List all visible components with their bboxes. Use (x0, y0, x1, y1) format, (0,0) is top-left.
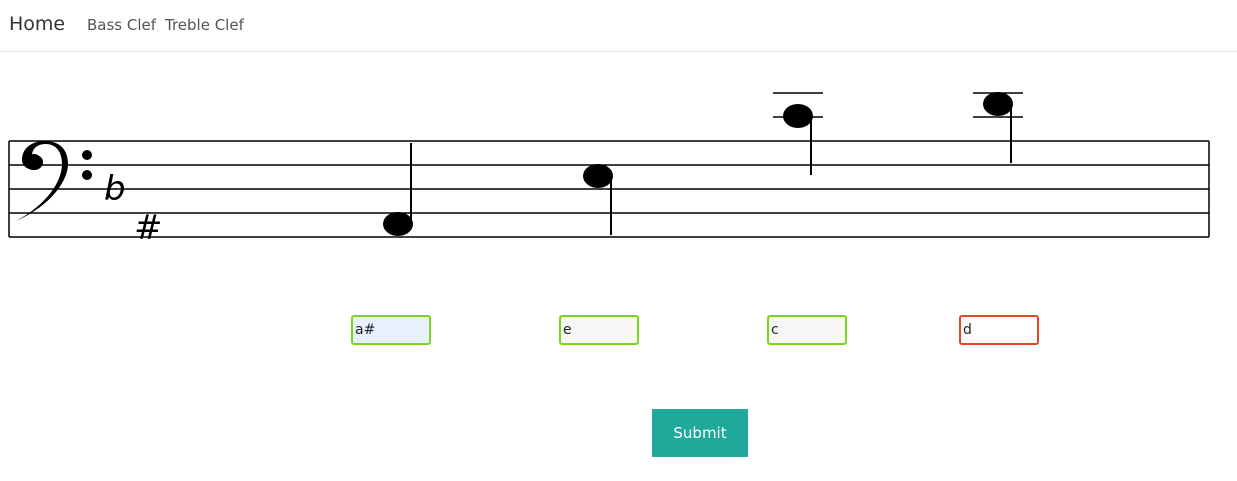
bass-clef-icon (16, 141, 92, 221)
note-1-answer-input[interactable] (351, 315, 431, 345)
nav-bass-clef-link[interactable]: Bass Clef (87, 16, 156, 34)
submit-button[interactable]: Submit (652, 409, 748, 457)
navbar: Home Bass Clef Treble Clef (0, 0, 1237, 52)
flat-symbol: b (104, 169, 126, 209)
note-4 (973, 92, 1023, 163)
note-4-answer-input[interactable] (959, 315, 1039, 345)
sharp-symbol: # (134, 208, 163, 248)
note-2-answer-input[interactable] (559, 315, 639, 345)
note-3-answer-input[interactable] (767, 315, 847, 345)
nav-home-link[interactable]: Home (9, 13, 65, 35)
nav-treble-clef-link[interactable]: Treble Clef (165, 16, 244, 34)
note-2 (583, 164, 613, 235)
note-3 (773, 92, 823, 175)
music-staff: b # (8, 92, 1210, 248)
